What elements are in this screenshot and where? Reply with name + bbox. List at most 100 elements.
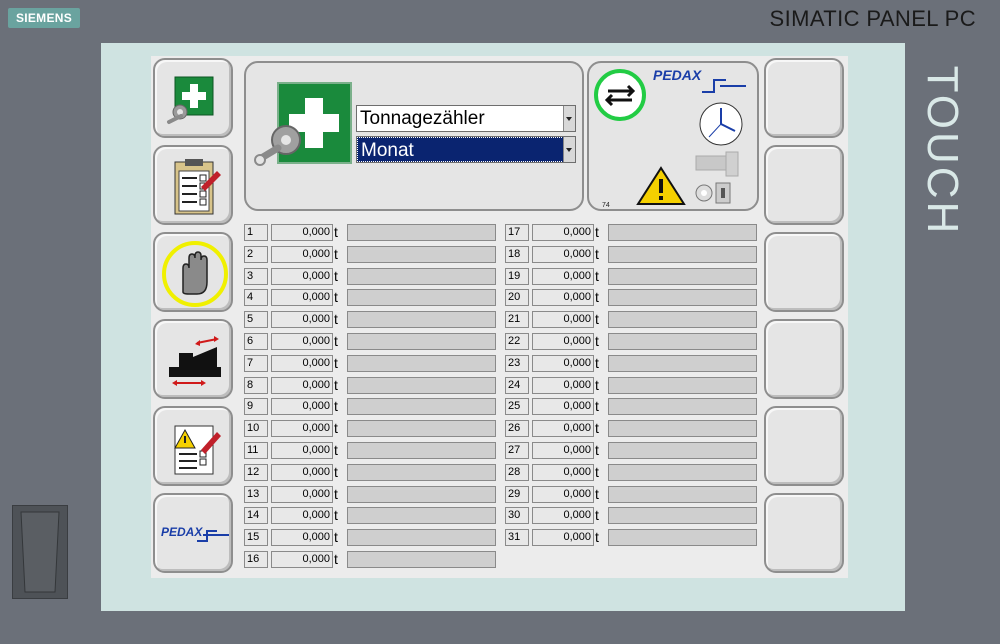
- row-unit: t: [595, 507, 599, 524]
- row-bar: [347, 289, 496, 307]
- row-tonnage-value: 0,000: [271, 333, 333, 350]
- row-unit: t: [595, 245, 599, 262]
- row-unit: t: [334, 267, 338, 284]
- row-index: 18: [505, 245, 529, 263]
- row-bar: [608, 376, 757, 394]
- counter-type-value: Tonnagezähler: [360, 108, 485, 129]
- row-index: 2: [244, 245, 268, 263]
- row-bar: [608, 224, 757, 241]
- row-index: 5: [244, 311, 268, 329]
- row-unit: t: [334, 463, 338, 480]
- row-index: 7: [244, 354, 268, 372]
- row-bar: [347, 529, 496, 547]
- safety-checklist-button[interactable]: [153, 406, 233, 486]
- row-bar: [608, 507, 757, 525]
- function-key-3[interactable]: [764, 232, 844, 312]
- row-tonnage-value: 0,000: [271, 376, 333, 394]
- row-tonnage-value: 0,000: [532, 289, 594, 307]
- pedax-info-button[interactable]: PEDAX: [153, 493, 233, 573]
- first-aid-gear-icon: [167, 76, 214, 124]
- row-tonnage-value: 0,000: [271, 420, 333, 438]
- row-bar: [347, 463, 496, 481]
- row-index: 30: [505, 507, 529, 525]
- chevron-down-icon[interactable]: [563, 106, 575, 131]
- row-unit: t: [334, 376, 338, 393]
- row-unit: t: [595, 224, 599, 240]
- checklist-button[interactable]: [153, 145, 233, 225]
- row-index: 8: [244, 376, 268, 394]
- row-bar: [347, 267, 496, 285]
- touch-label: TOUCH: [912, 48, 972, 258]
- function-key-1[interactable]: [764, 58, 844, 138]
- function-key-5[interactable]: [764, 406, 844, 486]
- row-index: 9: [244, 398, 268, 416]
- row-bar: [608, 267, 757, 285]
- row-bar: [608, 354, 757, 372]
- row-tonnage-value: 0,000: [271, 551, 333, 568]
- maintenance-button[interactable]: [153, 58, 233, 138]
- machine-setup-button[interactable]: [153, 319, 233, 399]
- machine-grey-icon: [695, 151, 739, 177]
- row-index: 23: [505, 354, 529, 372]
- row-tonnage-value: 0,000: [271, 311, 333, 329]
- row-unit: t: [595, 311, 599, 328]
- stop-button[interactable]: [153, 232, 233, 312]
- row-bar: [608, 245, 757, 263]
- component-parts-icon: [695, 182, 731, 204]
- row-index: 3: [244, 267, 268, 285]
- row-bar: [347, 354, 496, 372]
- row-index: 31: [505, 529, 529, 547]
- row-unit: t: [595, 267, 599, 284]
- siemens-logo: SIEMENS: [8, 8, 80, 28]
- function-key-4[interactable]: [764, 319, 844, 399]
- row-unit: t: [334, 442, 338, 458]
- row-bar: [608, 311, 757, 329]
- status-small-number: 74: [602, 202, 610, 209]
- row-index: 14: [244, 507, 268, 525]
- usb-slot-cover: [12, 505, 68, 599]
- row-index: 17: [505, 224, 529, 241]
- row-tonnage-value: 0,000: [532, 245, 594, 263]
- row-unit: t: [334, 529, 338, 546]
- mode-cycle-icon[interactable]: [592, 67, 648, 123]
- row-bar: [347, 420, 496, 438]
- function-key-2[interactable]: [764, 145, 844, 225]
- row-index: 16: [244, 551, 268, 568]
- row-bar: [608, 463, 757, 481]
- chevron-down-icon[interactable]: [563, 137, 575, 162]
- row-tonnage-value: 0,000: [271, 398, 333, 416]
- row-tonnage-value: 0,000: [271, 463, 333, 481]
- row-index: 29: [505, 485, 529, 503]
- first-aid-gear-icon: [254, 82, 352, 166]
- pedax-logo-icon: [702, 79, 746, 93]
- row-index: 15: [244, 529, 268, 547]
- press-machine-icon: [169, 336, 221, 386]
- row-tonnage-value: 0,000: [532, 224, 594, 241]
- row-tonnage-value: 0,000: [532, 311, 594, 329]
- row-tonnage-value: 0,000: [532, 485, 594, 503]
- row-unit: t: [595, 398, 599, 415]
- function-key-6[interactable]: [764, 493, 844, 573]
- row-unit: t: [595, 354, 599, 371]
- clock-icon: [699, 102, 743, 146]
- row-index: 19: [505, 267, 529, 285]
- row-tonnage-value: 0,000: [532, 420, 594, 438]
- row-tonnage-value: 0,000: [271, 442, 333, 459]
- counter-type-select[interactable]: Tonnagezähler: [356, 105, 576, 132]
- row-bar: [608, 442, 757, 459]
- row-tonnage-value: 0,000: [271, 354, 333, 372]
- row-index: 20: [505, 289, 529, 307]
- row-index: 24: [505, 376, 529, 394]
- row-tonnage-value: 0,000: [532, 442, 594, 459]
- row-bar: [608, 398, 757, 416]
- row-index: 27: [505, 442, 529, 459]
- pedax-logo-icon: [197, 530, 229, 542]
- row-unit: t: [334, 333, 338, 349]
- clipboard-checklist-icon: [174, 159, 221, 215]
- row-unit: t: [595, 463, 599, 480]
- row-bar: [608, 420, 757, 438]
- period-select[interactable]: Monat: [356, 136, 576, 163]
- row-bar: [608, 289, 757, 307]
- row-tonnage-value: 0,000: [271, 224, 333, 241]
- row-tonnage-value: 0,000: [271, 507, 333, 525]
